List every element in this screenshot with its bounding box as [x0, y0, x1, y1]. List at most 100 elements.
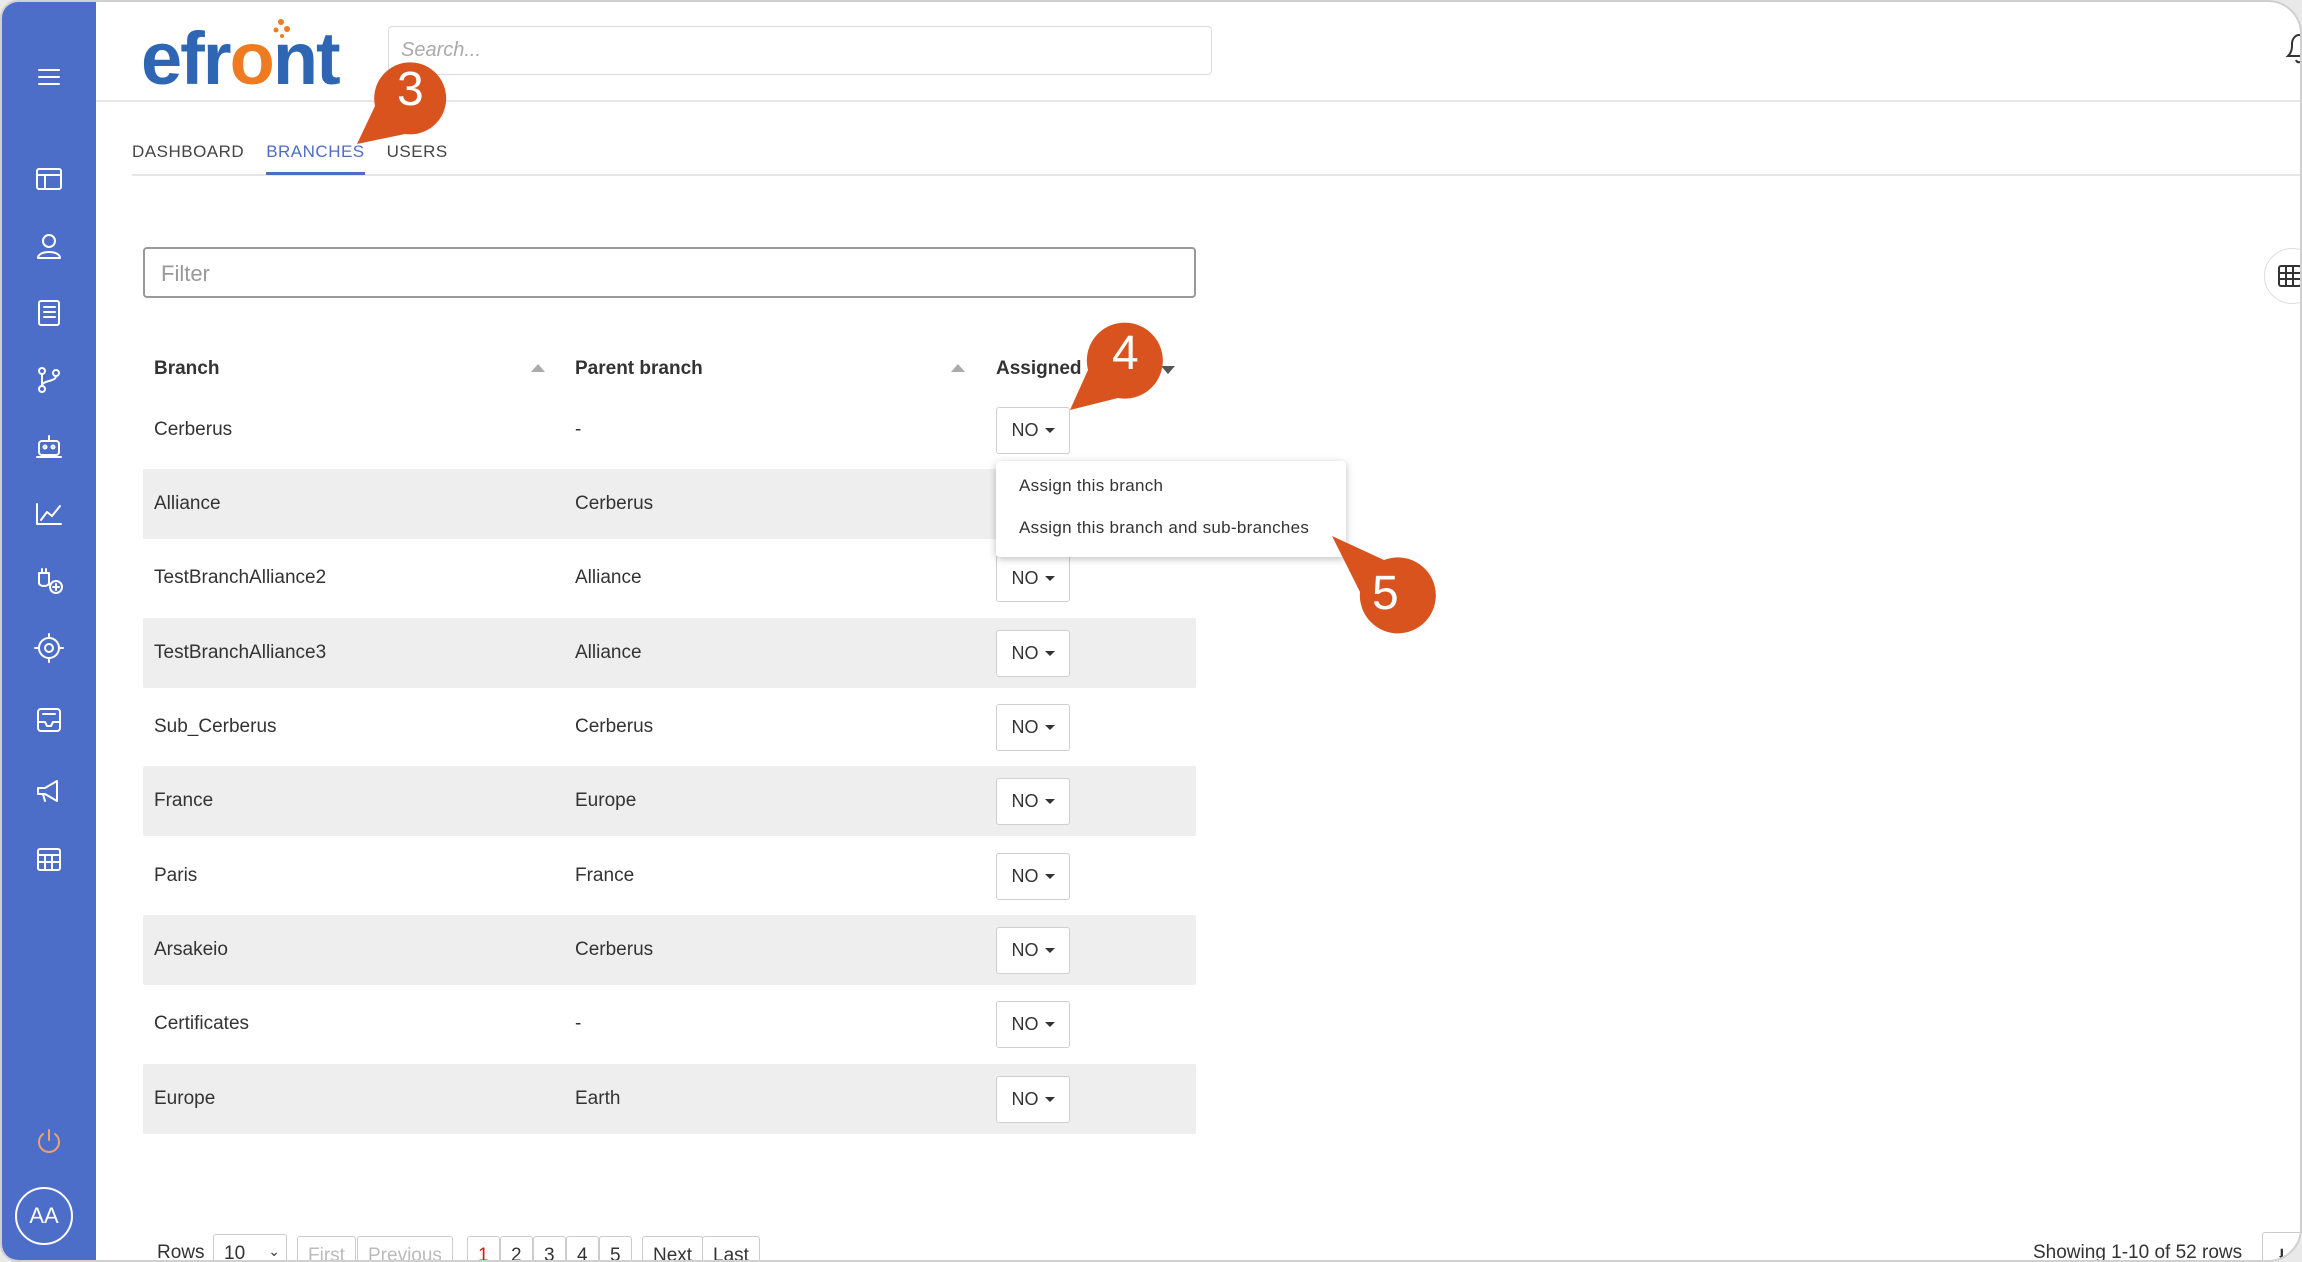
- parent-branch-cell: Cerberus: [575, 493, 654, 514]
- caret-down-icon: [1044, 799, 1055, 804]
- search-input[interactable]: Search...: [388, 26, 1212, 75]
- inbox-icon[interactable]: [2, 695, 96, 745]
- table-row: Arsakeio Cerberus NO: [143, 915, 1196, 985]
- column-header-parent-branch[interactable]: Parent branch: [575, 358, 703, 380]
- caret-down-icon: [1044, 1022, 1055, 1027]
- table-row: Certificates - NO: [143, 989, 1196, 1059]
- page-button-5[interactable]: 5: [599, 1236, 632, 1260]
- assigned-dropdown-button[interactable]: NO: [996, 927, 1070, 974]
- reports-icon[interactable]: [2, 489, 96, 539]
- page-button-1[interactable]: 1: [467, 1236, 500, 1260]
- parent-branch-cell: Cerberus: [575, 939, 654, 960]
- parent-branch-cell: Cerberus: [575, 716, 654, 737]
- assigned-dropdown-button[interactable]: NO: [996, 1076, 1070, 1123]
- dashboard-icon[interactable]: [2, 154, 96, 204]
- user-icon[interactable]: [2, 221, 96, 271]
- plugin-icon[interactable]: [2, 556, 96, 606]
- branch-cell[interactable]: TestBranchAlliance3: [154, 642, 326, 664]
- power-icon[interactable]: [2, 1116, 96, 1166]
- table-header: Branch Parent branch Assigned: [143, 350, 1196, 386]
- assigned-value: NO: [1011, 866, 1039, 886]
- avatar[interactable]: AA: [15, 1187, 73, 1245]
- assigned-dropdown-button[interactable]: NO: [996, 853, 1070, 900]
- next-page-button[interactable]: Next: [642, 1236, 704, 1260]
- parent-branch-cell: -: [575, 419, 582, 440]
- column-header-branch[interactable]: Branch: [154, 358, 219, 380]
- table-row: TestBranchAlliance3 Alliance NO: [143, 618, 1196, 688]
- app-window: AA efront Search... EN DASHBOARD BRANCHE…: [0, 0, 2302, 1262]
- menu-icon[interactable]: [2, 52, 96, 102]
- assigned-value: NO: [1011, 940, 1039, 960]
- settings-code-icon[interactable]: [2, 623, 96, 673]
- bell-icon[interactable]: [2284, 30, 2300, 66]
- chevron-down-icon: ⌄: [268, 1243, 280, 1259]
- table-settings-button[interactable]: [2264, 248, 2300, 304]
- rows-per-page-value: 10: [224, 1243, 246, 1262]
- table-row: Europe Earth NO: [143, 1064, 1196, 1134]
- download-button[interactable]: ⭳: [2262, 1232, 2300, 1262]
- branch-cell[interactable]: Arsakeio: [154, 939, 228, 961]
- branch-cell[interactable]: Alliance: [154, 493, 221, 515]
- branch-cell[interactable]: Cerberus: [154, 419, 232, 441]
- branch-cell[interactable]: TestBranchAlliance2: [154, 567, 326, 589]
- megaphone-icon[interactable]: [2, 766, 96, 816]
- parent-branch-cell: France: [575, 865, 635, 886]
- rows-per-page-select[interactable]: 10 ⌄: [213, 1234, 287, 1262]
- assigned-dropdown-button[interactable]: NO: [996, 407, 1070, 454]
- branch-cell[interactable]: France: [154, 790, 213, 812]
- caret-down-icon: [1044, 651, 1055, 656]
- assigned-value: NO: [1011, 568, 1039, 588]
- callout-number: 4: [1112, 327, 1139, 380]
- caret-down-icon: [1044, 874, 1055, 879]
- table-edit-icon: [2278, 265, 2300, 287]
- sort-asc-icon[interactable]: [531, 364, 545, 372]
- assigned-value: NO: [1011, 643, 1039, 663]
- assigned-dropdown-button[interactable]: NO: [996, 1001, 1070, 1048]
- logo-dots-icon: [273, 19, 290, 38]
- sidebar: AA: [2, 2, 96, 1260]
- showing-rows-label: Showing 1-10 of 52 rows: [2033, 1242, 2243, 1262]
- assigned-dropdown-button[interactable]: NO: [996, 630, 1070, 677]
- parent-branch-cell: Alliance: [575, 567, 642, 588]
- rows-label: Rows: [157, 1242, 205, 1262]
- assigned-dropdown-button[interactable]: NO: [996, 778, 1070, 825]
- branches-icon[interactable]: [2, 355, 96, 405]
- courses-icon[interactable]: [2, 288, 96, 338]
- assigned-dropdown-button[interactable]: NO: [996, 704, 1070, 751]
- callout-number: 5: [1372, 567, 1399, 620]
- calendar-icon[interactable]: [2, 834, 96, 884]
- branch-cell[interactable]: Paris: [154, 865, 197, 887]
- table-row: France Europe NO: [143, 766, 1196, 836]
- pagination-bar: Rows 10 ⌄ First Previous 1 2 3 4 5 Next L…: [157, 1232, 2300, 1262]
- parent-branch-cell: Earth: [575, 1088, 621, 1109]
- table-row: Sub_Cerberus Cerberus NO: [143, 692, 1196, 762]
- assign-dropdown-menu: Assign this branch Assign this branch an…: [996, 461, 1346, 557]
- menu-item-assign-branch-and-sub-branches[interactable]: Assign this branch and sub-branches: [1019, 518, 1309, 538]
- assigned-dropdown-button[interactable]: NO: [996, 555, 1070, 602]
- parent-branch-cell: Europe: [575, 790, 637, 811]
- callout-number: 3: [397, 63, 424, 116]
- branch-cell[interactable]: Sub_Cerberus: [154, 716, 277, 738]
- filter-input[interactable]: Filter: [143, 247, 1196, 298]
- tab-branches[interactable]: BRANCHES: [266, 142, 365, 175]
- caret-down-icon: [1044, 948, 1055, 953]
- menu-item-assign-branch[interactable]: Assign this branch: [1019, 476, 1163, 496]
- branch-cell[interactable]: Europe: [154, 1088, 215, 1110]
- sort-asc-icon[interactable]: [951, 364, 965, 372]
- table-row: Paris France NO: [143, 841, 1196, 911]
- branch-cell[interactable]: Certificates: [154, 1013, 249, 1035]
- efront-logo[interactable]: efront: [141, 16, 341, 101]
- caret-down-icon: [1044, 1097, 1055, 1102]
- previous-page-button[interactable]: Previous: [357, 1236, 453, 1260]
- page-button-2[interactable]: 2: [500, 1236, 533, 1260]
- first-page-button[interactable]: First: [297, 1236, 356, 1260]
- caret-down-icon: [1044, 576, 1055, 581]
- tab-dashboard[interactable]: DASHBOARD: [132, 142, 244, 175]
- last-page-button[interactable]: Last: [702, 1236, 760, 1260]
- assigned-value: NO: [1011, 1089, 1039, 1109]
- page-button-4[interactable]: 4: [566, 1236, 599, 1260]
- page-button-3[interactable]: 3: [533, 1236, 566, 1260]
- assigned-value: NO: [1011, 717, 1039, 737]
- download-icon: ⭳: [2278, 1243, 2286, 1262]
- robot-icon[interactable]: [2, 422, 96, 472]
